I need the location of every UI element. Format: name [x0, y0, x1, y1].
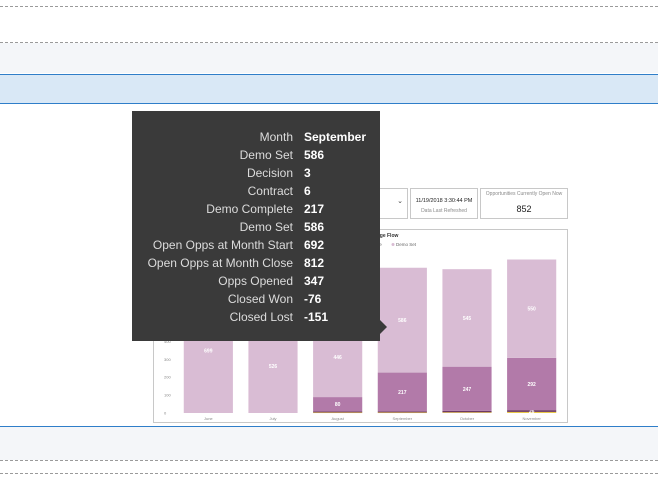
header-band: [0, 43, 658, 73]
chart-tooltip: Month September Demo Set 586 Decision 3 Contra…: [132, 111, 387, 341]
open-opps-card: Opportunities Currently Open Now 852: [480, 188, 568, 219]
tooltip-row: Opps Opened 347: [132, 272, 380, 290]
tooltip-row: Demo Set 586: [132, 218, 380, 236]
tooltip-value: 347: [304, 274, 325, 288]
tooltip-value: -76: [304, 292, 322, 306]
y-tick-label: 100: [164, 393, 171, 398]
tooltip-row: Open Opps at Month Start 692: [132, 236, 380, 254]
tooltip-value: 812: [304, 256, 325, 270]
tooltip-label: Demo Set: [239, 220, 293, 234]
data-label: 217: [398, 390, 407, 396]
bar-decision[interactable]: [377, 412, 427, 414]
open-opps-title: Opportunities Currently Open Now: [485, 191, 563, 197]
tooltip-label: Closed Lost: [229, 310, 293, 324]
bar-decision[interactable]: [442, 412, 492, 413]
tooltip-row: Open Opps at Month Close 812: [132, 254, 380, 272]
tooltip-row: Demo Complete 217: [132, 200, 380, 218]
tooltip-value: 6: [304, 184, 311, 198]
chevron-down-icon: ⌄: [397, 198, 403, 205]
bar-contract[interactable]: [442, 410, 492, 413]
refresh-caption: Data Last Refreshed: [421, 208, 467, 214]
open-opps-value: 852: [516, 204, 532, 214]
tooltip-label: Closed Won: [227, 292, 293, 306]
tooltip-label: Month: [259, 130, 293, 144]
data-label: 699: [204, 348, 213, 354]
tooltip-row: Month September: [132, 128, 380, 146]
tooltip-value: 217: [304, 202, 325, 216]
refresh-card: 11/19/2018 3:30:44 PM Data Last Refreshe…: [410, 188, 478, 219]
tooltip-label: Demo Set: [239, 148, 293, 162]
data-label: 526: [269, 364, 278, 370]
x-tick-label: August: [331, 416, 344, 421]
y-tick-label: 0: [164, 411, 167, 416]
x-tick-label: September: [393, 416, 413, 421]
tooltip-row: Demo Set 586: [132, 146, 380, 164]
x-tick-label: November: [522, 416, 541, 421]
tooltip-label: Decision: [246, 166, 293, 180]
tooltip-value: -151: [304, 310, 329, 324]
footer-band: [0, 427, 658, 460]
bar-contract[interactable]: [313, 411, 363, 413]
tooltip-label: Demo Complete: [206, 202, 293, 216]
tooltip-value: 586: [304, 148, 325, 162]
legend-swatch-demo-set: [391, 243, 395, 246]
nav-band: [0, 75, 658, 103]
tooltip-label: Contract: [247, 184, 293, 198]
blue-rule-mid: [0, 103, 658, 104]
data-label: 247: [463, 387, 472, 393]
data-label: 292: [527, 382, 536, 388]
legend-item-1: Demo Set: [396, 242, 417, 247]
data-label: 446: [333, 355, 342, 361]
bar-contract[interactable]: [377, 411, 427, 413]
tooltip-value: 3: [304, 166, 311, 180]
data-label: 550: [527, 307, 536, 313]
bottom-divider-2: [0, 473, 658, 474]
refresh-timestamp: 11/19/2018 3:30:44 PM: [415, 198, 473, 204]
tooltip-row: Contract 6: [132, 182, 380, 200]
x-tick-label: June: [204, 416, 213, 421]
tooltip-row: Closed Won -76: [132, 290, 380, 308]
y-tick-label: 300: [164, 357, 171, 362]
y-tick-label: 200: [164, 375, 171, 380]
bottom-divider-1: [0, 460, 658, 461]
tooltip-label: Open Opps at Month Close: [147, 256, 293, 270]
data-label: 80: [335, 402, 341, 408]
tooltip-value: September: [304, 130, 367, 144]
data-label: 586: [398, 318, 407, 324]
tooltip-row: Closed Lost -151: [132, 308, 380, 326]
tooltip-value: 692: [304, 238, 325, 252]
data-label: 545: [463, 316, 472, 322]
tooltip-value: 586: [304, 220, 325, 234]
bar-decision[interactable]: [313, 412, 363, 414]
x-tick-label: October: [460, 416, 475, 421]
tooltip-label: Open Opps at Month Start: [152, 238, 293, 252]
tooltip-row: Decision 3: [132, 164, 380, 182]
tooltip-pointer: [380, 320, 387, 334]
tooltip-label: Opps Opened: [218, 274, 293, 288]
top-divider-1: [0, 6, 658, 7]
x-tick-label: July: [269, 416, 276, 421]
